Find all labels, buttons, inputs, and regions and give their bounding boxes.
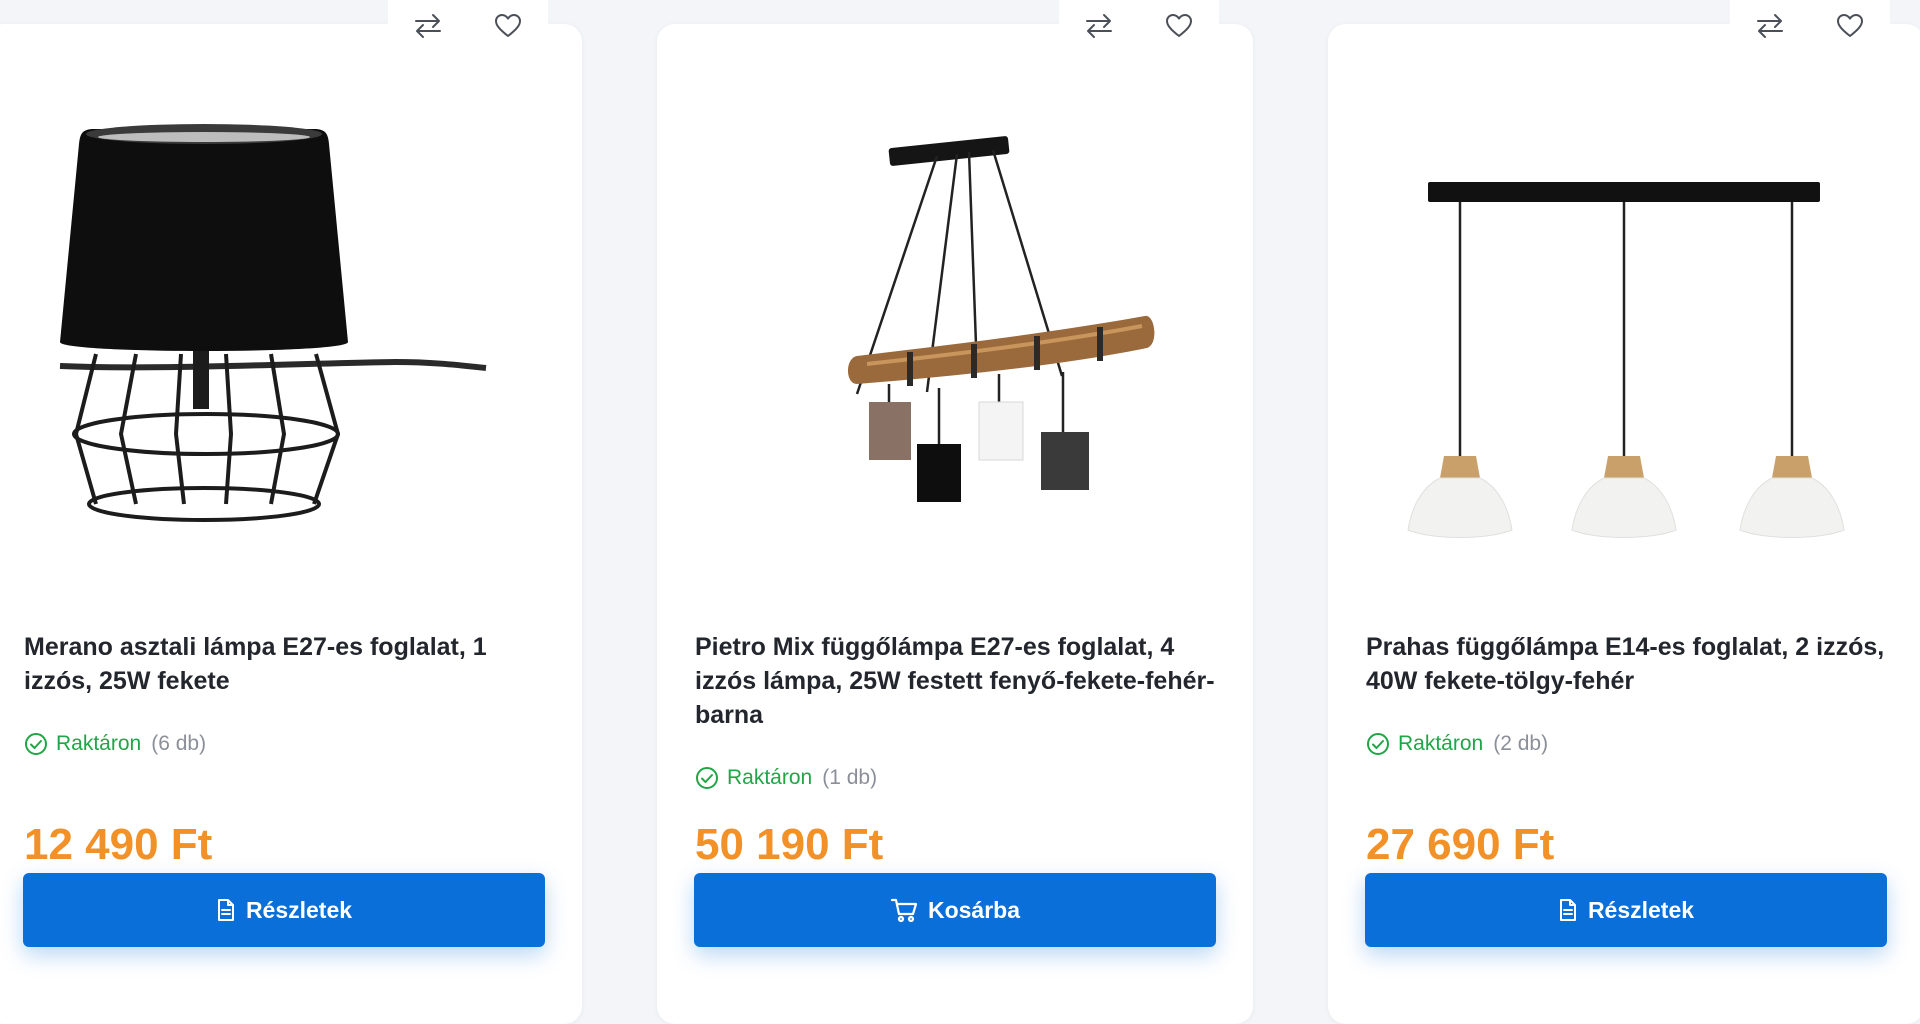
stock-status: Raktáron (6 db) [24,730,206,758]
product-title[interactable]: Prahas függőlámpa E14-es foglalat, 2 izz… [1366,630,1886,698]
arrows-exchange-icon [415,14,441,38]
product-price: 27 690 Ft [1366,820,1555,869]
stock-label: Raktáron [1398,732,1484,755]
stock-quantity: (2 db) [1493,732,1549,755]
stock-quantity: (6 db) [151,732,207,755]
card-action-bar [388,0,548,52]
button-label: Részletek [245,896,353,923]
arrows-exchange-icon [1086,14,1112,38]
button-label: Részletek [1587,896,1695,923]
product-card: Merano asztali lámpa E27-es foglalat, 1 … [0,0,582,1024]
product-card: Pietro Mix függőlámpa E27-es foglalat, 4… [657,0,1253,1024]
heart-icon [1837,14,1863,37]
details-button[interactable]: Részletek [1365,873,1887,947]
add-to-cart-button[interactable]: Kosárba [694,873,1216,947]
shopping-cart-icon [890,897,918,923]
product-price: 50 190 Ft [695,820,884,869]
stock-status: Raktáron (1 db) [695,764,877,792]
check-circle-icon [1367,733,1389,755]
stock-status: Raktáron (2 db) [1366,730,1548,758]
wishlist-button[interactable] [1830,6,1870,46]
wishlist-button[interactable] [488,6,528,46]
document-icon [1558,898,1578,922]
stock-quantity: (1 db) [822,766,878,789]
product-title[interactable]: Pietro Mix függőlámpa E27-es foglalat, 4… [695,630,1215,732]
product-image[interactable] [36,64,536,584]
compare-button[interactable] [1079,6,1119,46]
product-price: 12 490 Ft [24,820,213,869]
wishlist-button[interactable] [1159,6,1199,46]
heart-icon [1166,14,1192,37]
product-image[interactable] [707,64,1207,584]
arrows-exchange-icon [1757,14,1783,38]
product-image[interactable] [1378,64,1878,584]
compare-button[interactable] [1750,6,1790,46]
card-action-bar [1730,0,1890,52]
heart-icon [495,14,521,37]
compare-button[interactable] [408,6,448,46]
product-card: Prahas függőlámpa E14-es foglalat, 2 izz… [1328,0,1920,1024]
card-action-bar [1059,0,1219,52]
product-title[interactable]: Merano asztali lámpa E27-es foglalat, 1 … [24,630,544,698]
details-button[interactable]: Részletek [23,873,545,947]
check-circle-icon [696,767,718,789]
check-circle-icon [25,733,47,755]
stock-label: Raktáron [56,732,142,755]
stock-label: Raktáron [727,766,813,789]
button-label: Kosárba [927,896,1021,923]
document-icon [216,898,236,922]
